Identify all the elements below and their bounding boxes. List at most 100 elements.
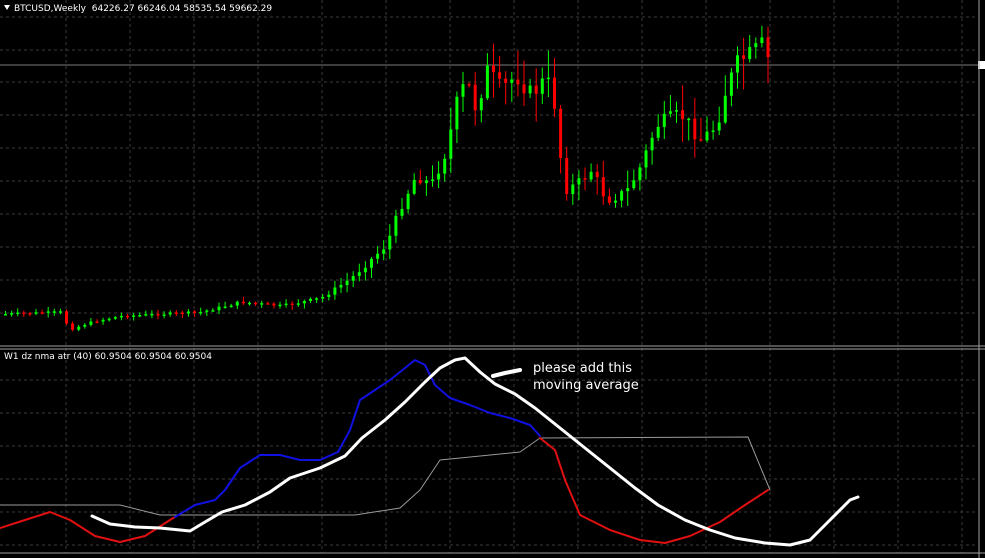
candle-body — [418, 179, 422, 184]
indicator-pane-header: W1 dz nma atr (40) 60.9504 60.9504 60.95… — [4, 352, 212, 362]
candle-body — [565, 158, 569, 195]
candle-body — [77, 326, 81, 330]
candle-body — [52, 311, 56, 313]
candle-body — [376, 253, 380, 259]
candle-body — [187, 311, 190, 314]
candle-body — [309, 298, 312, 301]
candle-body — [119, 315, 123, 318]
annotation-line-1: please add this — [533, 361, 633, 376]
candle-body — [34, 312, 38, 314]
candle-body — [461, 84, 465, 97]
candle-body — [614, 200, 617, 203]
candle-body — [656, 126, 660, 138]
candle-body — [723, 95, 727, 123]
candle-body — [559, 108, 563, 159]
candle-body — [4, 313, 7, 316]
candle-body — [217, 306, 221, 311]
candle-body — [455, 96, 459, 130]
candle-body — [632, 180, 636, 189]
candle-body — [492, 65, 495, 73]
candle-body — [16, 312, 20, 315]
candle-body — [156, 313, 160, 316]
annotation-line-2: moving average — [533, 378, 639, 393]
candle-body — [388, 235, 392, 250]
candle-body — [162, 314, 166, 316]
candle-body — [522, 84, 526, 94]
hand-drawn-moving-average — [90, 356, 860, 547]
candle-body — [46, 311, 50, 313]
candle-body — [174, 312, 178, 314]
candle-body — [546, 77, 550, 80]
candle-body — [620, 191, 624, 201]
candle-body — [443, 158, 447, 174]
candle-body — [339, 284, 343, 288]
candle-body — [150, 313, 154, 316]
candle-body — [113, 317, 117, 319]
candle-body — [272, 303, 276, 306]
candle-body — [534, 85, 538, 94]
grid-lines — [0, 0, 978, 553]
candle-body — [235, 301, 239, 306]
candle-body — [473, 84, 477, 111]
annotation-dash — [491, 368, 522, 378]
candle-body — [278, 304, 282, 307]
candle-body — [711, 130, 715, 132]
candle-body — [595, 171, 599, 178]
candle-body — [321, 296, 325, 299]
candle-body — [626, 188, 630, 192]
candle-body — [89, 321, 93, 325]
candle-body — [370, 258, 373, 268]
candle-body — [363, 267, 367, 273]
candle-body — [681, 110, 685, 120]
candle-body — [193, 311, 197, 313]
ohlc-values: 64226.27 66246.04 58535.54 59662.29 — [91, 4, 273, 14]
candle-body — [431, 179, 434, 182]
candle-body — [729, 72, 733, 96]
candle-body — [406, 193, 410, 210]
candle-body — [662, 113, 666, 127]
candle-body — [760, 37, 764, 44]
candle-body — [28, 313, 32, 315]
candle-body — [748, 47, 752, 59]
candle-body — [540, 78, 544, 94]
candle-body — [357, 272, 361, 276]
candle-body — [742, 55, 746, 59]
candle-body — [107, 318, 111, 321]
candle-body — [583, 178, 587, 180]
candle-body — [284, 303, 288, 306]
candle-body — [351, 275, 355, 281]
candle-body — [333, 287, 337, 295]
main-pane-header: BTCUSD,Weekly 64226.27 66246.04 58535.54… — [4, 4, 272, 14]
candlestick-series — [4, 25, 770, 332]
candle-body — [132, 315, 136, 317]
candle-body — [65, 311, 68, 324]
candle-body — [571, 184, 575, 195]
candle-body — [40, 312, 44, 314]
candle-body — [296, 303, 300, 305]
candle-body — [693, 118, 697, 140]
triangle-down-icon[interactable] — [4, 5, 10, 10]
candle-body — [699, 139, 703, 141]
candle-body — [650, 137, 654, 151]
candle-body — [58, 311, 62, 313]
candle-body — [71, 323, 75, 330]
candle-body — [510, 79, 514, 83]
indicator-lines — [0, 356, 860, 547]
candle-body — [424, 180, 428, 184]
candle-body — [528, 85, 532, 94]
candle-body — [589, 171, 593, 180]
candle-body — [22, 312, 26, 315]
candle-body — [83, 324, 87, 327]
candle-body — [382, 249, 386, 254]
candle-body — [95, 321, 99, 323]
candle-body — [144, 314, 148, 316]
candle-body — [577, 178, 581, 185]
candle-body — [717, 122, 721, 131]
candle-body — [705, 131, 709, 141]
candle-body — [254, 302, 258, 305]
candle-body — [327, 294, 331, 297]
candle-body — [199, 311, 203, 314]
candle-body — [601, 177, 605, 197]
candle-body — [229, 305, 233, 308]
candle-body — [10, 313, 14, 315]
